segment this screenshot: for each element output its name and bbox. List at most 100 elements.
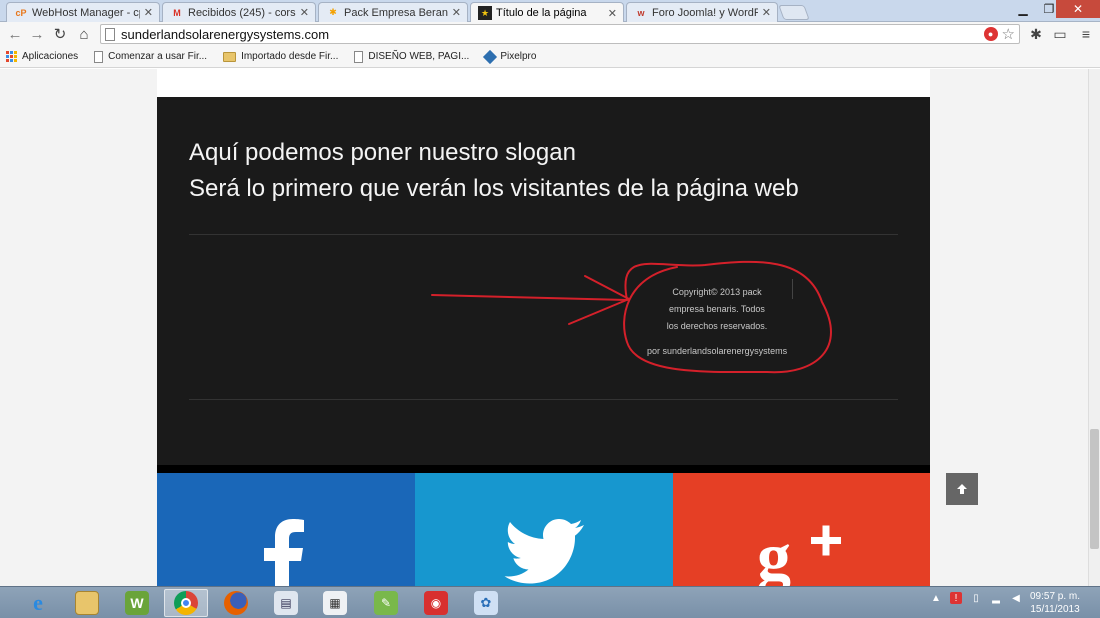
bookmark-diseno-web[interactable]: DISEÑO WEB, PAGI...	[354, 50, 470, 63]
bookmarks-bar: Aplicaciones Comenzar a usar Fir... Impo…	[0, 46, 1100, 68]
clock-date: 15/11/2013	[1030, 604, 1080, 615]
forward-arrow-icon[interactable]: →	[28, 25, 46, 43]
tab-label: Foro Joomla! y WordPress	[652, 6, 758, 19]
site-favicon-icon: ★	[478, 6, 492, 20]
bookmark-label: DISEÑO WEB, PAGI...	[368, 51, 470, 62]
google-plus-tile[interactable]: g	[673, 473, 930, 586]
slogan-line-2: Será lo primero que verán los visitantes…	[189, 175, 799, 202]
clock-time: 09:57 p. m.	[1029, 591, 1081, 602]
notepad-app[interactable]: ✎	[364, 589, 408, 617]
scrollbar-thumb[interactable]	[1090, 429, 1099, 549]
calculator-app[interactable]: ▦	[313, 589, 357, 617]
tab-webhost-manager[interactable]: cP WebHost Manager - cp80 ✕	[6, 2, 160, 22]
chrome-icon	[174, 591, 198, 615]
tab-close-icon[interactable]: ✕	[762, 6, 771, 19]
facebook-icon	[264, 519, 304, 586]
tab-titulo-pagina[interactable]: ★ Título de la página ✕	[470, 2, 624, 23]
tab-foro-joomla[interactable]: w Foro Joomla! y WordPress ✕	[626, 2, 778, 22]
webmatrix-app[interactable]: W	[115, 589, 159, 617]
system-tray: ▲ ! ▯ ▂ ◀	[930, 592, 1022, 604]
annotation-arrow-line	[431, 294, 628, 301]
chrome-app[interactable]	[164, 589, 208, 617]
twitter-tile[interactable]	[415, 473, 673, 586]
signal-bars-icon[interactable]: ▂	[990, 592, 1002, 604]
minimize-icon[interactable]: ▁	[1010, 0, 1036, 18]
bookmark-label: Pixelpro	[500, 51, 537, 62]
footer-divider-top	[189, 234, 898, 235]
arrow-up-icon	[957, 484, 967, 494]
internet-explorer-app[interactable]: e	[16, 589, 60, 617]
author-credit[interactable]: por sunderlandsolarenergysystems	[647, 346, 787, 356]
reload-icon[interactable]: ↻	[51, 25, 69, 43]
security-alert-icon[interactable]: !	[950, 592, 962, 604]
cast-window-icon[interactable]: ▭	[1050, 25, 1070, 43]
site-footer: Aquí podemos poner nuestro slogan Será l…	[157, 97, 930, 465]
folder-icon	[75, 591, 99, 615]
tab-label: Pack Empresa Beranis - Ad	[344, 6, 448, 19]
new-tab-button[interactable]	[778, 5, 810, 20]
calculator-icon: ▦	[323, 591, 347, 615]
bookmark-star-icon[interactable]: ☆	[1002, 25, 1015, 43]
screenshot-app[interactable]: ◉	[414, 589, 458, 617]
bookmark-aplicaciones[interactable]: Aplicaciones	[6, 51, 78, 62]
battery-icon[interactable]: ▯	[970, 592, 982, 604]
bookmark-label: Aplicaciones	[22, 51, 79, 62]
tab-label: Recibidos (245) - corsiscon	[188, 6, 296, 19]
window-close-icon[interactable]: ✕	[1056, 0, 1100, 18]
bookmark-label: Comenzar a usar Fir...	[108, 51, 208, 62]
bookmark-importado[interactable]: Importado desde Fir...	[223, 51, 338, 62]
firefox-app[interactable]	[214, 589, 258, 617]
tab-recibidos[interactable]: M Recibidos (245) - corsiscon ✕	[162, 2, 316, 22]
menu-icon[interactable]: ≡	[1076, 25, 1096, 43]
extension-puzzle-icon[interactable]: ✱	[1026, 25, 1046, 43]
bookmark-pixelpro[interactable]: Pixelpro	[483, 49, 537, 64]
url-text[interactable]: sunderlandsolarenergysystems.com	[121, 27, 984, 42]
slogan: Aquí podemos poner nuestro slogan Será l…	[189, 135, 799, 207]
network-app[interactable]: ▤	[264, 589, 308, 617]
footer-divider-bottom	[189, 399, 898, 400]
tab-close-icon[interactable]: ✕	[144, 6, 153, 19]
bookmark-comenzar[interactable]: Comenzar a usar Fir...	[94, 50, 208, 63]
browser-toolbar: ← → ↻ ⌂ sunderlandsolarenergysystems.com…	[0, 22, 1100, 46]
paint-palette-icon: ✿	[474, 591, 498, 615]
system-clock[interactable]: 09:57 p. m. 15/11/2013	[1020, 590, 1090, 616]
windows-taskbar: e W ▤ ▦ ✎ ◉ ✿ ▲ ! ▯ ▂ ◀ 09:57 p. m. 15/1…	[0, 586, 1100, 618]
webmatrix-icon: W	[125, 591, 149, 615]
scroll-to-top-button[interactable]	[946, 473, 978, 505]
facebook-tile[interactable]	[157, 473, 415, 586]
home-icon[interactable]: ⌂	[75, 25, 93, 43]
tab-close-icon[interactable]: ✕	[300, 6, 309, 19]
google-plus-icon: g	[757, 518, 841, 586]
back-arrow-icon[interactable]: ←	[6, 25, 24, 43]
slogan-line-1: Aquí podemos poner nuestro slogan	[189, 139, 576, 166]
page-scrollbar[interactable]	[1088, 69, 1100, 586]
tab-close-icon[interactable]: ✕	[608, 7, 617, 20]
address-bar[interactable]: sunderlandsolarenergysystems.com ● ☆	[100, 24, 1020, 44]
bookmark-label: Importado desde Fir...	[241, 51, 339, 62]
browser-tab-strip: cP WebHost Manager - cp80 ✕ M Recibidos …	[0, 0, 1100, 23]
tab-label: Título de la página	[496, 7, 587, 19]
tab-label: WebHost Manager - cp80	[32, 6, 140, 19]
page-icon	[105, 27, 115, 41]
network-icon: ▤	[274, 591, 298, 615]
page-icon	[94, 50, 104, 63]
content-top-strip	[157, 69, 930, 97]
tab-pack-empresa[interactable]: ✱ Pack Empresa Beranis - Ad ✕	[318, 2, 468, 22]
camera-icon: ◉	[424, 591, 448, 615]
pixelpro-icon	[483, 49, 498, 64]
tab-close-icon[interactable]: ✕	[452, 6, 461, 19]
twitter-icon	[504, 519, 584, 584]
copyright-line-2: empresa benaris. Todos	[669, 304, 765, 314]
extension-badge-icon[interactable]: ●	[983, 27, 998, 41]
gmail-icon: M	[173, 7, 181, 18]
apps-icon	[6, 51, 17, 62]
copyright-line-1: Copyright© 2013 pack	[672, 287, 762, 297]
copyright-text: Copyright© 2013 pack empresa benaris. To…	[617, 284, 817, 335]
file-explorer-app[interactable]	[65, 589, 109, 617]
internet-explorer-icon: e	[33, 590, 43, 615]
notepad-icon: ✎	[374, 591, 398, 615]
copyright-divider	[792, 279, 793, 299]
svg-text:g: g	[757, 518, 791, 586]
show-hidden-icons-icon[interactable]: ▲	[930, 592, 942, 604]
paint-app[interactable]: ✿	[464, 589, 508, 617]
